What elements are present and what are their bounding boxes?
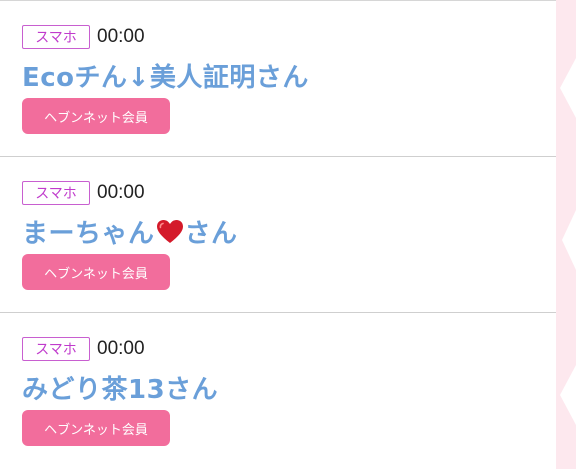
- visitor-name[interactable]: Ecoチん↓美人証明さん: [22, 57, 309, 94]
- member-badge-button[interactable]: ヘブンネット会員: [22, 98, 170, 134]
- member-badge-button[interactable]: ヘブンネット会員: [22, 254, 170, 290]
- visit-time: 00:00: [97, 26, 145, 47]
- list-item: スマホ 00:00 みどり茶13さん ヘブンネット会員: [0, 313, 556, 469]
- visit-time: 00:00: [97, 182, 145, 203]
- member-badge-button[interactable]: ヘブンネット会員: [22, 410, 170, 446]
- entry-meta: スマホ 00:00: [22, 24, 145, 50]
- list-item: スマホ 00:00 Ecoチん↓美人証明さん ヘブンネット会員: [0, 1, 556, 157]
- visitor-name-text: みどり茶13さん: [22, 375, 219, 405]
- device-badge: スマホ: [22, 181, 90, 205]
- visitor-name[interactable]: みどり茶13さん: [22, 369, 218, 406]
- list-item: スマホ 00:00 まーちゃん さん ヘブンネット会員: [0, 157, 556, 313]
- device-badge: スマホ: [22, 337, 90, 361]
- visitor-name-text: Ecoチん↓美人証明さん: [22, 63, 309, 93]
- page: スマホ 00:00 Ecoチん↓美人証明さん ヘブンネット会員 スマホ 00:0…: [0, 0, 576, 469]
- device-badge: スマホ: [22, 25, 90, 49]
- decorative-side-strip: [556, 0, 576, 469]
- visitor-list: スマホ 00:00 Ecoチん↓美人証明さん ヘブンネット会員 スマホ 00:0…: [0, 0, 556, 469]
- decorative-pattern: [560, 58, 576, 425]
- visit-time: 00:00: [97, 338, 145, 359]
- visitor-name-suffix: さん: [184, 219, 238, 249]
- entry-meta: スマホ 00:00: [22, 336, 145, 362]
- entry-meta: スマホ 00:00: [22, 180, 145, 206]
- visitor-name-text: まーちゃん: [22, 219, 155, 249]
- visitor-name[interactable]: まーちゃん さん: [22, 213, 238, 250]
- heart-icon: [156, 220, 183, 243]
